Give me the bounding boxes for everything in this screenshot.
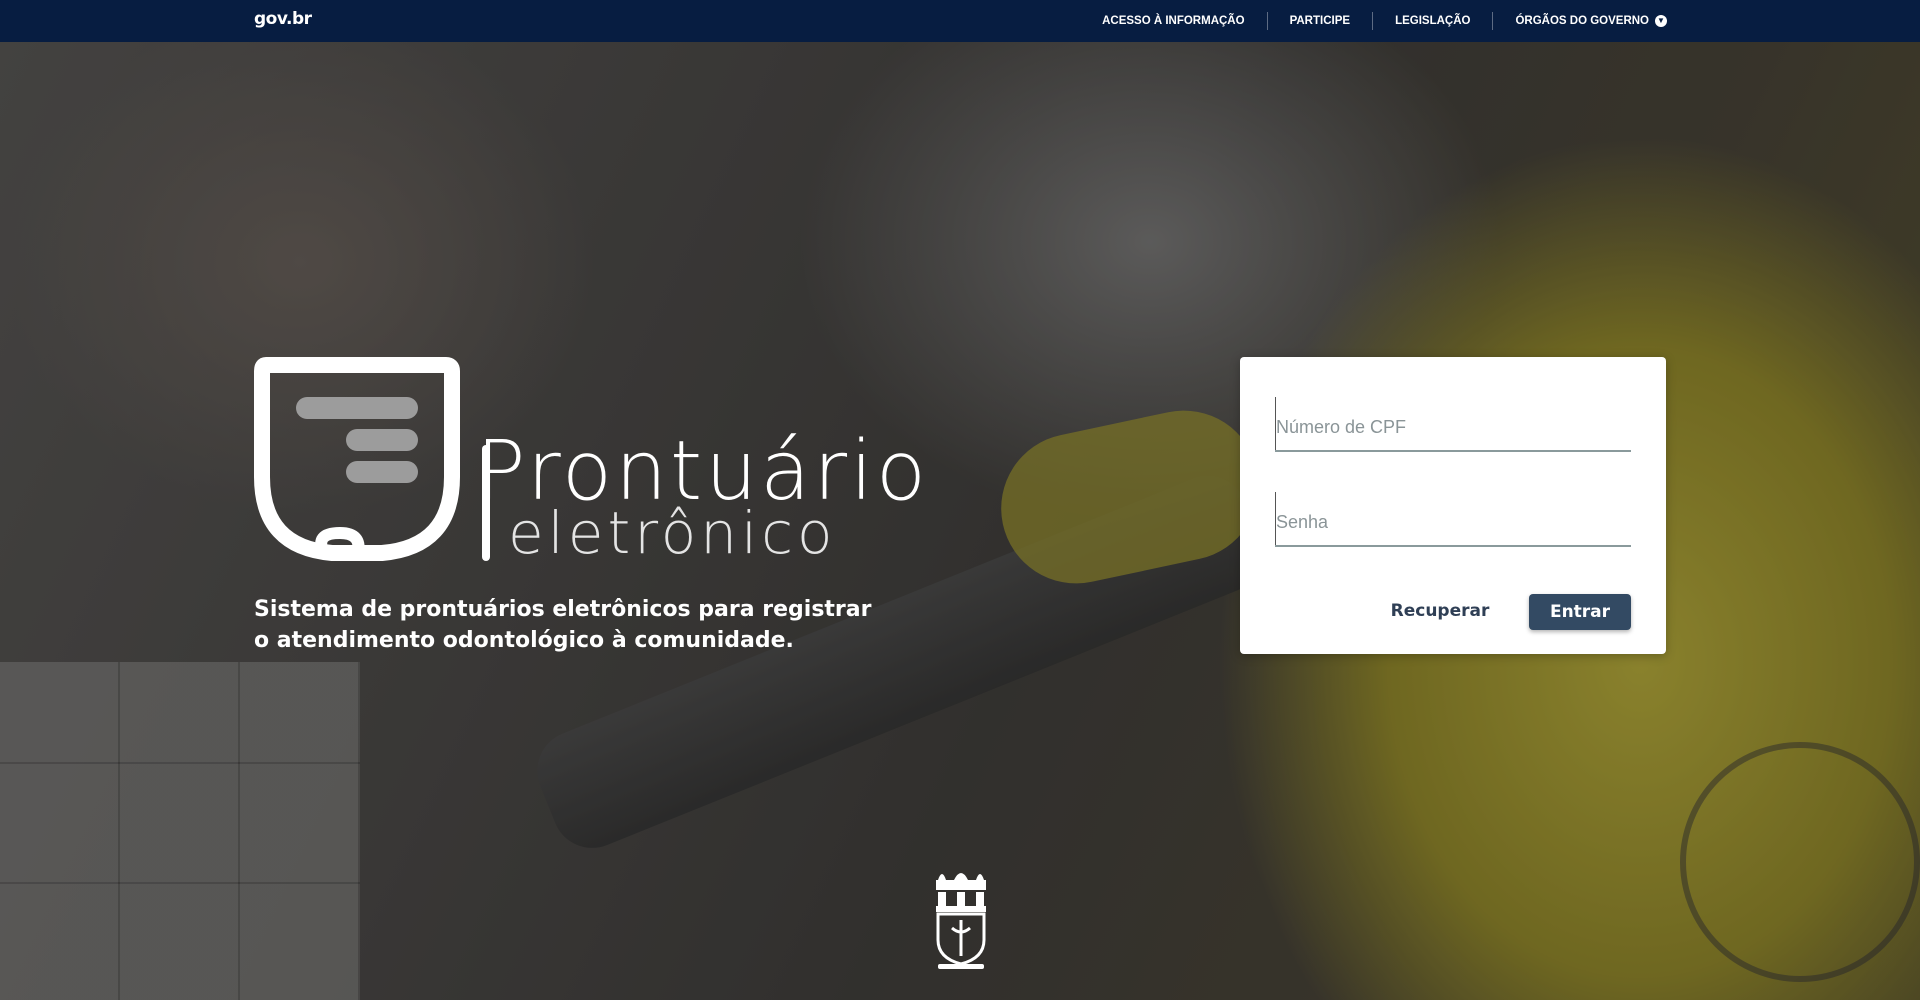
nav-orgaos-do-governo[interactable]: ÓRGÃOS DO GOVERNO ▼: [1492, 12, 1667, 30]
nav-label: LEGISLAÇÃO: [1395, 15, 1471, 27]
shield-icon: [254, 357, 460, 561]
recover-button[interactable]: Recuperar: [1380, 593, 1500, 629]
nav-label: ACESSO À INFORMAÇÃO: [1102, 15, 1245, 27]
nav-legislacao[interactable]: LEGISLAÇÃO: [1372, 12, 1492, 30]
login-card: Recuperar Entrar: [1240, 357, 1666, 654]
cpf-field: [1275, 397, 1631, 452]
university-emblem-icon: [936, 873, 986, 969]
brand-subtitle: eletrônico: [508, 499, 837, 567]
gov-logo[interactable]: gov.br: [254, 9, 312, 29]
login-button[interactable]: Entrar: [1529, 594, 1631, 630]
cpf-input[interactable]: [1275, 397, 1631, 450]
nav-participe[interactable]: PARTICIPE: [1266, 12, 1373, 30]
nav-label: PARTICIPE: [1289, 15, 1351, 27]
nav-acesso-informacao[interactable]: ACESSO À INFORMAÇÃO: [1080, 12, 1266, 30]
password-field: [1275, 492, 1631, 547]
tagline: Sistema de prontuários eletrônicos para …: [254, 597, 872, 653]
nav-label: ÓRGÃOS DO GOVERNO: [1515, 15, 1649, 27]
gov-nav: ACESSO À INFORMAÇÃO PARTICIPE LEGISLAÇÃO…: [1080, 0, 1667, 42]
gov-top-bar: gov.br ACESSO À INFORMAÇÃO PARTICIPE LEG…: [0, 0, 1920, 42]
chevron-down-icon[interactable]: ▼: [1655, 15, 1667, 27]
password-input[interactable]: [1275, 492, 1631, 545]
